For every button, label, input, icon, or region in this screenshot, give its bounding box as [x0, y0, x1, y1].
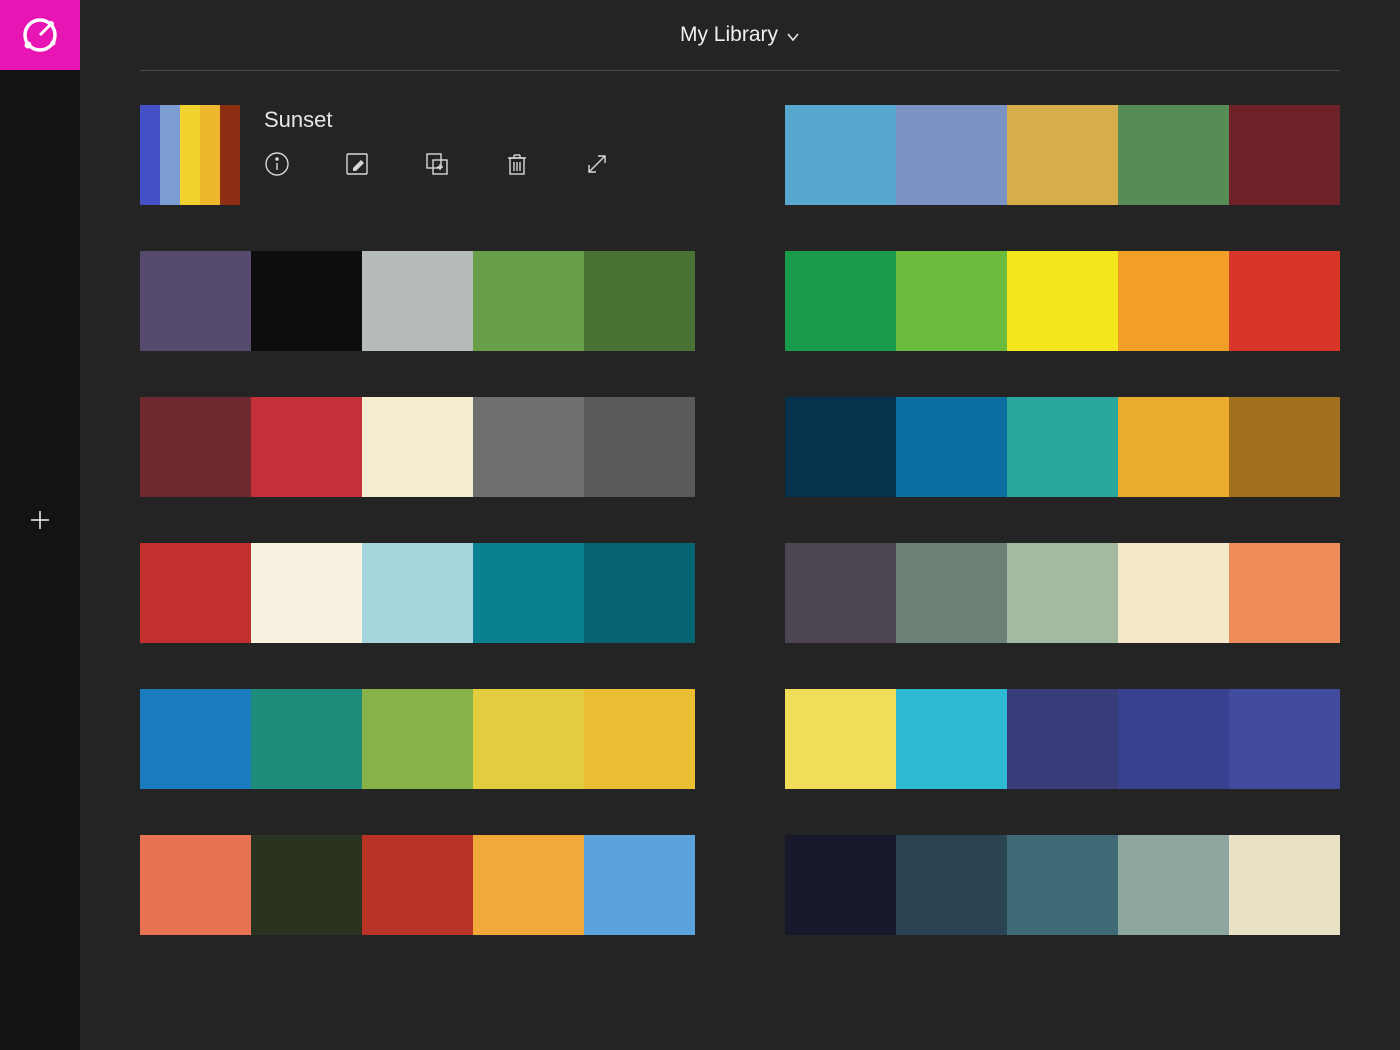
- selected-palette: Sunset: [140, 105, 695, 205]
- swatch: [785, 689, 896, 789]
- palette-item[interactable]: [140, 251, 695, 351]
- swatch: [362, 543, 473, 643]
- selected-meta: Sunset: [264, 105, 695, 177]
- swatch: [1118, 835, 1229, 935]
- swatch: [220, 105, 240, 205]
- swatch: [1229, 689, 1340, 789]
- palette-item[interactable]: [785, 251, 1340, 351]
- swatch: [896, 251, 1007, 351]
- app-logo[interactable]: [0, 0, 80, 70]
- expand-button[interactable]: [584, 151, 610, 177]
- swatch: [785, 105, 896, 205]
- swatch: [140, 397, 251, 497]
- swatch: [785, 835, 896, 935]
- swatch: [1118, 105, 1229, 205]
- swatch: [362, 251, 473, 351]
- swatch: [140, 543, 251, 643]
- header: My Library: [140, 0, 1340, 70]
- swatch: [473, 543, 584, 643]
- delete-button[interactable]: [504, 151, 530, 177]
- palette-item[interactable]: [785, 105, 1340, 205]
- swatch: [584, 397, 695, 497]
- action-row: [264, 151, 695, 177]
- swatch: [1007, 835, 1118, 935]
- swatch: [785, 543, 896, 643]
- swatch: [896, 105, 1007, 205]
- swatch: [140, 251, 251, 351]
- selected-palette-thumb[interactable]: [140, 105, 240, 205]
- swatch: [1229, 543, 1340, 643]
- swatch: [896, 835, 1007, 935]
- swatch: [785, 251, 896, 351]
- swatch: [896, 543, 1007, 643]
- swatch: [160, 105, 180, 205]
- swatch: [362, 835, 473, 935]
- swatch: [1007, 543, 1118, 643]
- edit-button[interactable]: [344, 151, 370, 177]
- swatch: [1118, 251, 1229, 351]
- color-wheel-icon: [18, 13, 62, 57]
- swatch: [584, 689, 695, 789]
- expand-button-svg: [584, 151, 610, 177]
- palette-grid: Sunset: [140, 105, 1340, 935]
- swatch: [200, 105, 220, 205]
- swatch: [140, 689, 251, 789]
- swatch: [473, 251, 584, 351]
- palette-item[interactable]: [785, 835, 1340, 935]
- swatch: [1007, 689, 1118, 789]
- swatch: [473, 397, 584, 497]
- info-button-svg: [264, 151, 290, 177]
- swatch: [362, 397, 473, 497]
- swatch: [251, 543, 362, 643]
- swatch: [1229, 835, 1340, 935]
- delete-button-svg: [504, 151, 530, 177]
- swatch: [1007, 105, 1118, 205]
- swatch: [251, 251, 362, 351]
- swatch: [473, 689, 584, 789]
- chevron-down-icon: [786, 30, 800, 44]
- palette-item[interactable]: [140, 543, 695, 643]
- swatch: [896, 397, 1007, 497]
- palette-item[interactable]: [785, 397, 1340, 497]
- duplicate-button[interactable]: [424, 151, 450, 177]
- swatch: [362, 689, 473, 789]
- swatch: [473, 835, 584, 935]
- palette-item[interactable]: [785, 543, 1340, 643]
- swatch: [1229, 397, 1340, 497]
- swatch: [584, 835, 695, 935]
- swatch: [1007, 251, 1118, 351]
- library-label: My Library: [680, 23, 778, 47]
- swatch: [785, 397, 896, 497]
- swatch: [1118, 689, 1229, 789]
- swatch: [1229, 105, 1340, 205]
- sidebar: [0, 0, 80, 1050]
- plus-icon: [28, 508, 52, 532]
- duplicate-button-svg: [424, 151, 450, 177]
- swatch: [251, 397, 362, 497]
- swatch: [251, 689, 362, 789]
- swatch: [896, 689, 1007, 789]
- swatch: [584, 251, 695, 351]
- palette-item[interactable]: [140, 397, 695, 497]
- swatch: [140, 105, 160, 205]
- swatch: [251, 835, 362, 935]
- swatch: [1118, 543, 1229, 643]
- add-button[interactable]: [0, 490, 80, 550]
- swatch: [584, 543, 695, 643]
- palette-item[interactable]: [140, 689, 695, 789]
- selected-title: Sunset: [264, 107, 695, 133]
- library-dropdown[interactable]: My Library: [680, 23, 800, 47]
- main-panel: My Library Sunset: [80, 0, 1400, 1050]
- palette-item[interactable]: [140, 835, 695, 935]
- palette-item[interactable]: [785, 689, 1340, 789]
- edit-button-svg: [344, 151, 370, 177]
- swatch: [1118, 397, 1229, 497]
- swatch: [140, 835, 251, 935]
- info-button[interactable]: [264, 151, 290, 177]
- header-divider: [140, 70, 1340, 71]
- swatch: [1229, 251, 1340, 351]
- swatch: [180, 105, 200, 205]
- swatch: [1007, 397, 1118, 497]
